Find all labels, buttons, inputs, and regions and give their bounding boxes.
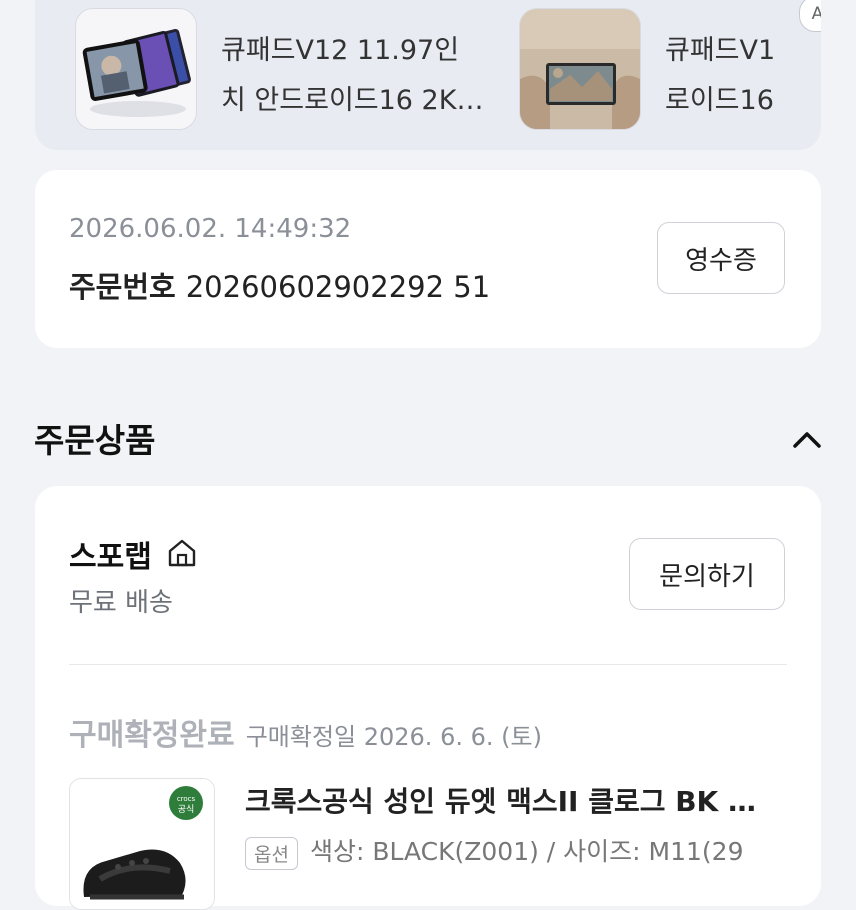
product-option-row: 옵션 색상: BLACK(Z001) / 사이즈: M11(29	[245, 832, 744, 870]
order-status-row: 구매확정완료 구매확정일 2026. 6. 6. (토)	[69, 710, 542, 754]
chevron-up-icon[interactable]	[789, 424, 825, 452]
ad-product-image[interactable]	[75, 8, 197, 130]
ad-title-line1: 큐패드V12 11.97인	[221, 35, 460, 66]
order-status: 구매확정완료	[69, 718, 235, 753]
ad-title-line2: 치 안드로이드16 2K…	[221, 85, 484, 116]
option-text: 색상: BLACK(Z001) / 사이즈: M11(29	[309, 837, 744, 866]
seller-name[interactable]: 스포랩	[69, 532, 152, 576]
section-title: 주문상품	[34, 421, 156, 460]
order-number: 20260602902292 51	[185, 270, 491, 304]
ad-title[interactable]: 큐패드V1 로이드16	[665, 26, 777, 126]
inquiry-button[interactable]: 문의하기	[629, 538, 785, 610]
ad-product-image[interactable]	[519, 8, 641, 130]
divider	[69, 664, 787, 665]
badge-top-text: crocs	[177, 795, 196, 803]
home-icon[interactable]	[165, 536, 199, 570]
confirm-date: 구매확정일 2026. 6. 6. (토)	[245, 723, 542, 751]
ad-carousel: AD	[35, 0, 821, 150]
order-product-card: 스포랩 무료 배송 문의하기 구매확정완료 구매확정일 2026. 6. 6. …	[35, 486, 821, 910]
badge-bottom-text: 공식	[178, 804, 195, 815]
product-name[interactable]: 크록스공식 성인 듀엣 맥스II 클로그 BK …	[245, 780, 785, 820]
order-info-card: 2026.06.02. 14:49:32 주문번호 20260602902292 …	[35, 170, 821, 348]
product-image[interactable]: crocs 공식	[69, 778, 215, 910]
option-tag: 옵션	[245, 836, 298, 870]
order-number-label: 주문번호	[69, 270, 176, 304]
receipt-button[interactable]: 영수증	[657, 222, 785, 294]
shipping-info: 무료 배송	[69, 588, 173, 618]
ad-title[interactable]: 큐패드V12 11.97인 치 안드로이드16 2K…	[221, 26, 491, 126]
ad-badge: AD	[799, 0, 821, 32]
ad-title-line1: 큐패드V1	[665, 35, 776, 66]
ad-title-line2: 로이드16	[665, 85, 774, 116]
order-timestamp: 2026.06.02. 14:49:32	[69, 214, 352, 244]
order-number-row: 주문번호 20260602902292 51	[69, 264, 490, 306]
